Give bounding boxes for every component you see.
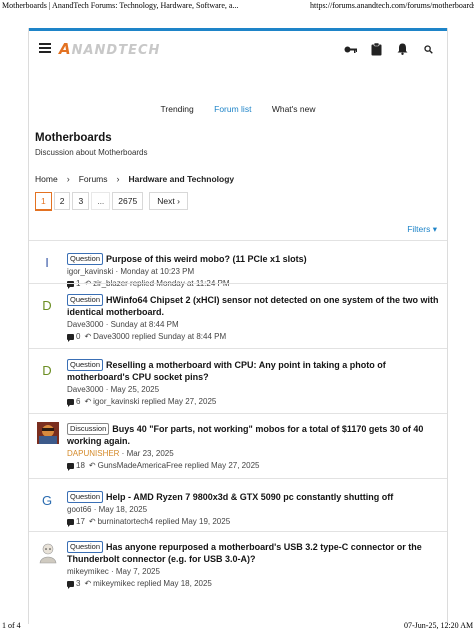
print-footer: 1 of 4 07-Jun-25, 12:20 AM — [0, 620, 474, 632]
list-item: D Question HWinfo64 Chipset 2 (xHCI) sens… — [29, 283, 447, 348]
tab-forum-list[interactable]: Forum list — [214, 104, 251, 114]
filters-button[interactable]: Filters ▾ — [407, 224, 437, 235]
thread-prefix[interactable]: Discussion — [67, 423, 110, 435]
bell-icon[interactable] — [395, 42, 409, 56]
thread-list: I Question Purpose of this weird mobo? (1… — [29, 240, 447, 592]
print-page-url: https://forums.anandtech.com/forums/moth… — [310, 1, 474, 10]
filters-label: Filters — [407, 224, 431, 234]
last-reply[interactable]: igor_kavinski replied May 27, 2025 — [93, 396, 216, 407]
tab-whats-new[interactable]: What's new — [272, 104, 316, 114]
avatar[interactable]: D — [37, 361, 57, 381]
key-icon[interactable] — [343, 42, 357, 56]
page-ellipsis: ... — [91, 192, 111, 210]
comment-icon — [67, 518, 74, 527]
thread-date: May 7, 2025 — [115, 567, 160, 576]
avatar[interactable]: I — [37, 253, 57, 273]
last-reply[interactable]: Dave3000 replied Sunday at 8:44 PM — [93, 331, 226, 342]
thread-author[interactable]: igor_kavinski — [67, 267, 113, 276]
thread-date: Sunday at 8:44 PM — [110, 320, 179, 329]
clipboard-icon[interactable] — [369, 42, 383, 56]
breadcrumb-home[interactable]: Home — [35, 174, 58, 184]
thread-prefix[interactable]: Question — [67, 294, 104, 306]
thread-date: May 25, 2025 — [110, 385, 160, 394]
nav-tabs: Trending Forum list What's new — [29, 104, 447, 120]
reply-arrow-icon: ↶ — [84, 397, 92, 406]
thread-prefix[interactable]: Question — [67, 491, 104, 503]
reply-arrow-icon: ↶ — [84, 332, 92, 341]
reply-count: 0 — [76, 332, 81, 341]
top-icons — [343, 42, 435, 56]
thread-title[interactable]: Help - AMD Ryzen 7 9800x3d & GTX 5090 pc… — [106, 492, 393, 502]
thread-author[interactable]: mikeymikec — [67, 567, 109, 576]
thread-title[interactable]: Buys 40 "For parts, not working" mobos f… — [67, 424, 423, 446]
page-link-last[interactable]: 2675 — [112, 192, 144, 210]
print-header: Motherboards | AnandTech Forums: Technol… — [0, 0, 474, 12]
forum-description: Discussion about Motherboards — [35, 148, 148, 157]
comment-icon — [67, 398, 74, 407]
list-item: I Question Purpose of this weird mobo? (1… — [29, 240, 447, 289]
thread-author[interactable]: Dave3000 — [67, 385, 103, 394]
pagination: 1 2 3 ... 2675 Next › — [35, 192, 188, 211]
thread-date: Mar 23, 2025 — [126, 449, 174, 458]
list-item: D Question Reselling a motherboard with C… — [29, 348, 447, 413]
top-navbar: ANANDTECH — [29, 31, 447, 69]
site-logo[interactable]: ANANDTECH — [59, 39, 159, 59]
list-item: G Question Help - AMD Ryzen 7 9800x3d & G… — [29, 478, 447, 531]
reply-arrow-icon: ↶ — [88, 461, 96, 470]
avatar[interactable]: G — [37, 491, 57, 511]
thread-date: May 18, 2025 — [98, 505, 148, 514]
forum-page: ANANDTECH Trending Forum list What's new… — [28, 28, 448, 624]
page-link-2[interactable]: 2 — [53, 192, 71, 210]
thread-title[interactable]: Purpose of this weird mobo? (11 PCIe x1 … — [106, 254, 307, 264]
page-title: Motherboards — [35, 132, 112, 144]
tab-trending[interactable]: Trending — [161, 104, 194, 114]
page-link-1[interactable]: 1 — [35, 192, 52, 211]
reply-arrow-icon: ↶ — [88, 517, 96, 526]
print-page-number: 1 of 4 — [2, 621, 21, 630]
last-reply[interactable]: burninatortech4 replied May 19, 2025 — [98, 516, 231, 527]
comment-icon — [67, 333, 74, 342]
reply-count: 17 — [76, 517, 85, 526]
next-label: Next — [157, 196, 175, 206]
reply-count: 3 — [76, 579, 81, 588]
comment-icon — [67, 580, 74, 589]
comment-icon — [67, 462, 74, 471]
caret-down-icon: ▾ — [432, 224, 437, 234]
list-item: Question Has anyone repurposed a motherbo… — [29, 531, 447, 592]
chevron-right-icon: › — [116, 174, 120, 184]
thread-title[interactable]: Reselling a motherboard with CPU: Any po… — [67, 360, 386, 382]
thread-author[interactable]: DAPUNISHER — [67, 449, 119, 458]
thread-prefix[interactable]: Question — [67, 359, 104, 371]
print-page-title: Motherboards | AnandTech Forums: Technol… — [2, 1, 239, 10]
hamburger-icon[interactable] — [39, 43, 51, 53]
last-reply[interactable]: mikeymikec replied May 18, 2025 — [93, 578, 212, 589]
thread-prefix[interactable]: Question — [67, 253, 104, 265]
breadcrumb-hardware-and-technology[interactable]: Hardware and Technology — [129, 174, 235, 184]
thread-author[interactable]: Dave3000 — [67, 320, 103, 329]
breadcrumb-forums[interactable]: Forums — [79, 174, 108, 184]
avatar[interactable] — [37, 422, 59, 444]
chevron-right-icon: › — [66, 174, 70, 184]
chevron-right-icon: › — [177, 196, 180, 206]
avatar[interactable]: D — [37, 296, 57, 316]
breadcrumb: Home › Forums › Hardware and Technology — [35, 174, 234, 184]
thread-title[interactable]: HWinfo64 Chipset 2 (xHCI) sensor not det… — [67, 295, 438, 317]
print-date: 07-Jun-25, 12:20 AM — [404, 621, 474, 630]
next-page-button[interactable]: Next › — [149, 192, 188, 210]
list-item: Discussion Buys 40 "For parts, not workin… — [29, 413, 447, 478]
thread-title[interactable]: Has anyone repurposed a motherboard's US… — [67, 542, 422, 564]
reply-count: 18 — [76, 461, 85, 470]
thread-date: Monday at 10:23 PM — [120, 267, 195, 276]
thread-author[interactable]: goot66 — [67, 505, 91, 514]
reply-arrow-icon: ↶ — [84, 579, 92, 588]
page-link-3[interactable]: 3 — [72, 192, 90, 210]
search-icon[interactable] — [421, 42, 435, 56]
reply-count: 6 — [76, 397, 81, 406]
last-reply[interactable]: GunsMadeAmericaFree replied May 27, 2025 — [98, 460, 260, 471]
avatar[interactable] — [37, 542, 59, 564]
thread-prefix[interactable]: Question — [67, 541, 104, 553]
